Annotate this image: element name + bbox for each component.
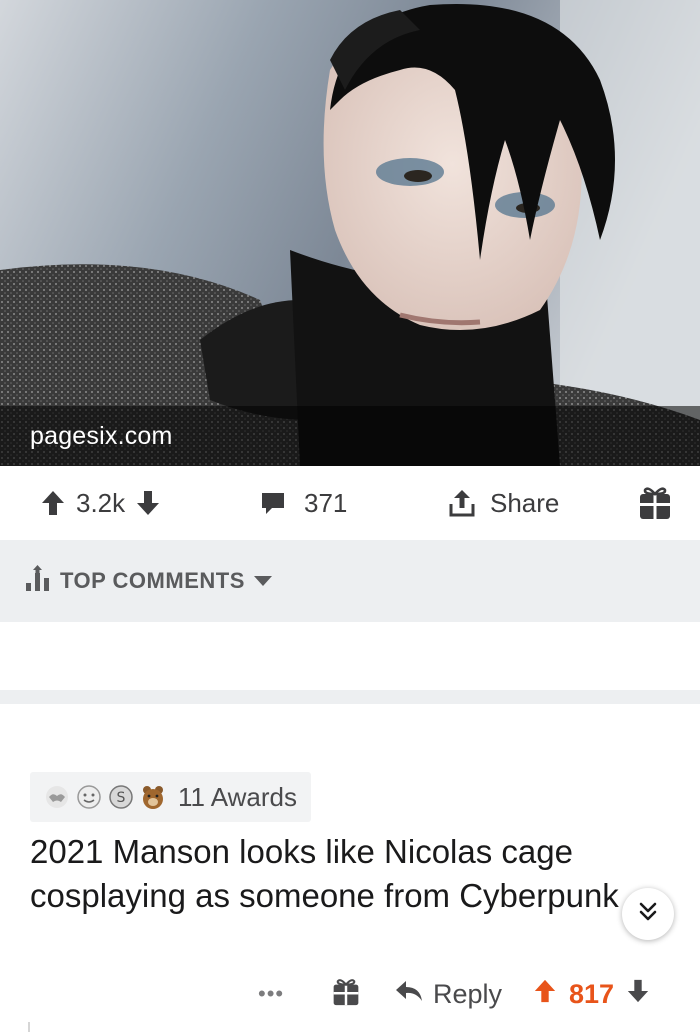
comment-award-button[interactable] — [332, 966, 360, 1022]
link-domain-bar[interactable]: pagesix.com — [0, 406, 700, 466]
post-action-bar: 3.2k 371 Share — [0, 466, 700, 540]
comment-vote-group: 817 — [533, 966, 650, 1022]
share-label: Share — [490, 487, 560, 518]
arrow-down-icon[interactable] — [626, 978, 650, 1011]
wholesome-award-icon — [76, 784, 102, 810]
awards-count: 11 Awards — [178, 781, 298, 812]
gift-icon — [638, 485, 672, 521]
sort-label: TOP COMMENTS — [60, 568, 245, 593]
thread-line — [28, 1022, 30, 1032]
link-domain[interactable]: pagesix.com — [30, 422, 173, 451]
comment-body: 2021 Manson looks like Nicolas cage cosp… — [30, 833, 619, 914]
speech-bubble-icon — [260, 490, 286, 516]
award-button[interactable] — [638, 466, 672, 540]
comments-button[interactable]: 371 — [260, 466, 347, 540]
chevron-down-icon — [253, 568, 273, 594]
link-preview-image[interactable]: pagesix.com — [0, 0, 700, 466]
share-button[interactable]: Share — [448, 466, 559, 540]
comment-score: 817 — [569, 978, 615, 1009]
collapse-thread-button[interactable] — [622, 888, 674, 940]
arrow-up-icon[interactable] — [533, 978, 557, 1011]
handshake-award-icon — [44, 784, 70, 810]
comment-divider — [0, 690, 700, 704]
awards-badge[interactable]: S 11 Awards — [30, 772, 312, 822]
more-options-button[interactable]: ••• — [258, 966, 284, 1022]
post-vote-group: 3.2k — [40, 466, 161, 540]
double-chevron-down-icon — [636, 900, 660, 929]
reply-arrow-icon — [395, 979, 423, 1010]
post-score: 3.2k — [76, 487, 126, 518]
reply-button[interactable]: Reply — [395, 966, 502, 1022]
arrow-down-icon[interactable] — [135, 489, 161, 517]
gift-icon — [332, 977, 360, 1012]
reply-label: Reply — [433, 978, 503, 1009]
comments-count: 371 — [304, 487, 348, 518]
silver-award-icon: S — [108, 784, 134, 810]
comment: S 11 Awards 2021 Manson looks like Nicol… — [0, 704, 700, 1032]
bar-chart-icon — [24, 565, 52, 597]
bear-award-icon — [140, 784, 166, 810]
share-icon — [448, 488, 476, 518]
comment-sort-bar[interactable]: TOP COMMENTS — [0, 540, 700, 622]
photo-illustration — [0, 0, 700, 466]
comment-action-bar: ••• Reply 817 — [0, 966, 700, 1022]
collapsed-comment-placeholder — [0, 622, 700, 690]
svg-text:S: S — [117, 790, 126, 806]
arrow-up-icon[interactable] — [40, 489, 66, 517]
